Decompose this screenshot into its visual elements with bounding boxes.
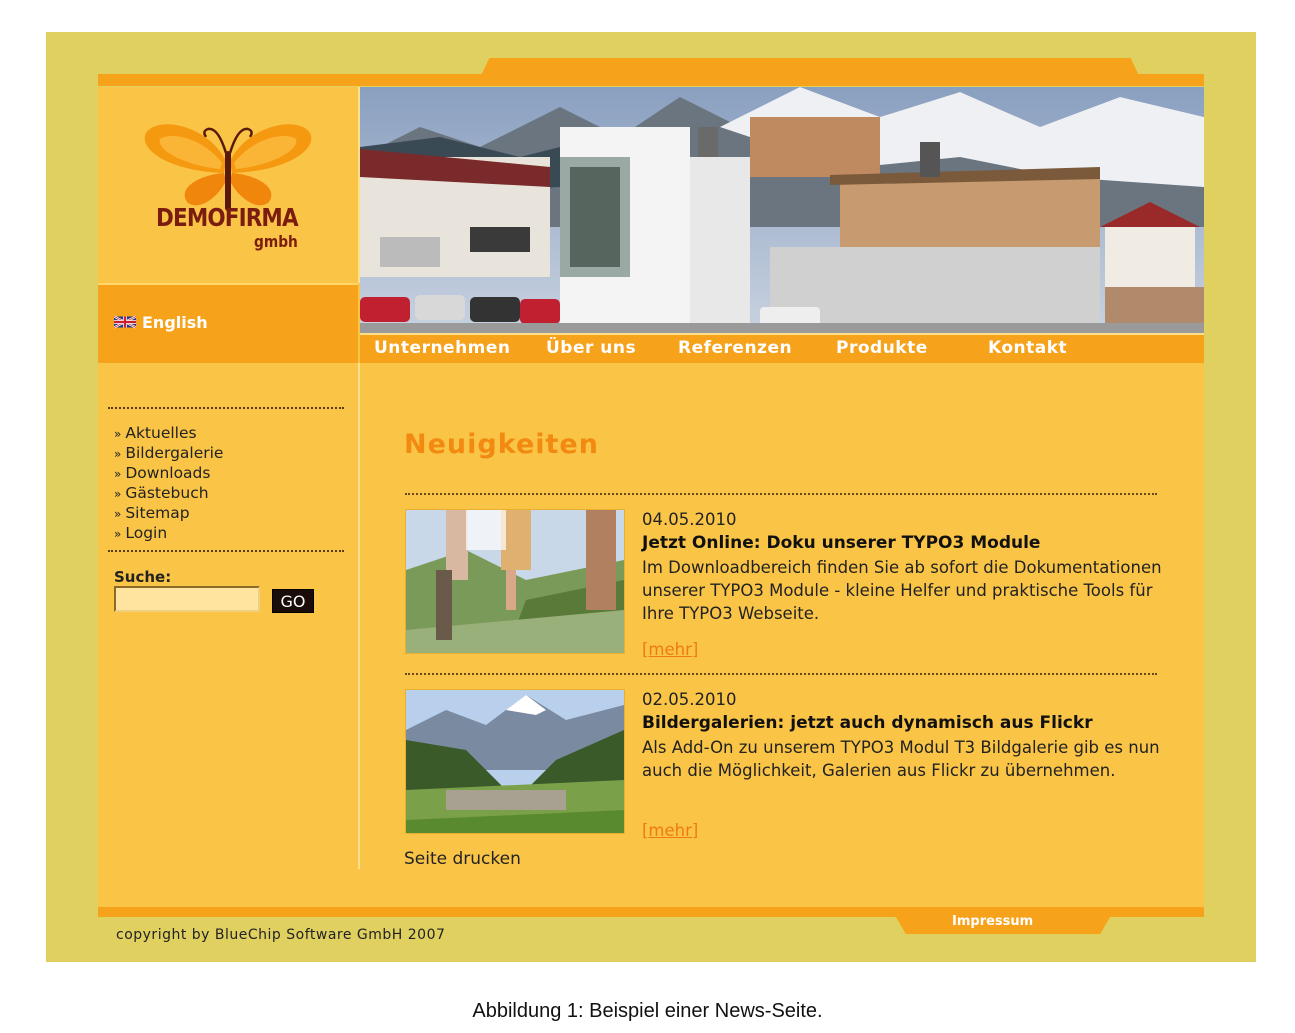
sidebar-item-label: Aktuelles (125, 424, 197, 442)
news-more-link[interactable]: [mehr] (642, 821, 698, 840)
sidebar-item-label: Sitemap (125, 504, 190, 522)
nav-item-unternehmen[interactable]: Unternehmen (374, 338, 511, 358)
sidebar-item-label: Bildergalerie (125, 444, 224, 462)
language-label[interactable]: English (142, 313, 208, 332)
print-page-link[interactable]: Seite drucken (404, 849, 521, 869)
figure-caption: Abbildung 1: Beispiel einer News-Seite. (472, 1000, 823, 1022)
bullet-icon: » (114, 527, 122, 541)
news-title[interactable]: Bildergalerien: jetzt auch dynamisch aus… (642, 713, 1093, 733)
sidebar-item-label: Login (125, 524, 168, 542)
header-photo (360, 87, 1204, 333)
news-title[interactable]: Jetzt Online: Doku unserer TYPO3 Module (642, 533, 1040, 553)
search-go-button[interactable]: GO (272, 589, 314, 613)
news-image-valley[interactable] (405, 689, 625, 834)
logo-name: DEMOFIRMA (156, 203, 299, 232)
nav-item-ueber-uns[interactable]: Über uns (546, 338, 636, 358)
butterfly-icon (144, 124, 312, 211)
nav-item-kontakt[interactable]: Kontakt (988, 338, 1067, 358)
sidebar-divider-bottom (108, 550, 344, 552)
bullet-icon: » (114, 427, 122, 441)
page-title: Neuigkeiten (404, 429, 599, 460)
sidebar-item-gaestebuch[interactable]: » Gästebuch (114, 484, 223, 504)
bullet-icon: » (114, 447, 122, 461)
uk-flag-icon (114, 315, 136, 329)
sidebar-item-login[interactable]: » Login (114, 524, 223, 544)
bullet-icon: » (114, 467, 122, 481)
search-label: Suche: (114, 568, 172, 586)
sidebar-divider (358, 363, 360, 869)
bullet-icon: » (114, 487, 122, 501)
news-date: 02.05.2010 (642, 690, 737, 709)
bullet-icon: » (114, 507, 122, 521)
copyright-text: copyright by BlueChip Software GmbH 2007 (116, 927, 446, 943)
content-divider (405, 493, 1157, 495)
sidebar-item-label: Downloads (125, 464, 211, 482)
news-teaser: Als Add-On zu unserem TYPO3 Modul T3 Bil… (642, 738, 1160, 780)
sidebar-item-downloads[interactable]: » Downloads (114, 464, 223, 484)
nav-item-produkte[interactable]: Produkte (836, 338, 928, 358)
building-photo (360, 87, 1204, 333)
nav-item-referenzen[interactable]: Referenzen (678, 338, 792, 358)
header-strip (98, 74, 1204, 86)
news-separator (405, 673, 1157, 675)
sidebar-item-aktuelles[interactable]: » Aktuelles (114, 424, 223, 444)
news-date: 04.05.2010 (642, 510, 737, 529)
footer-strip (98, 907, 1204, 917)
impressum-link[interactable]: Impressum (952, 914, 1033, 929)
sidebar-menu: » Aktuelles » Bildergalerie » Downloads » Gä… (114, 424, 223, 544)
news-more-link[interactable]: [mehr] (642, 640, 698, 659)
runners-photo (406, 510, 624, 653)
logo-subtitle: gmbh (254, 232, 298, 251)
sidebar-divider-top (108, 407, 344, 409)
sidebar-item-bildergalerie[interactable]: » Bildergalerie (114, 444, 223, 464)
news-teaser: Im Downloadbereich finden Sie ab sofort … (642, 558, 1162, 623)
main-navigation: Unternehmen Über uns Referenzen Produkte… (360, 333, 1204, 363)
sidebar-item-label: Gästebuch (125, 484, 209, 502)
sidebar-item-sitemap[interactable]: » Sitemap (114, 504, 223, 524)
page-container: DEMOFIRMA gmbh English Unternehmen Über … (98, 87, 1204, 907)
valley-photo (406, 690, 624, 833)
logo[interactable]: DEMOFIRMA gmbh (98, 87, 360, 283)
news-image-runners[interactable] (405, 509, 625, 654)
search-input[interactable] (114, 586, 260, 612)
language-switcher[interactable]: English (98, 283, 358, 363)
